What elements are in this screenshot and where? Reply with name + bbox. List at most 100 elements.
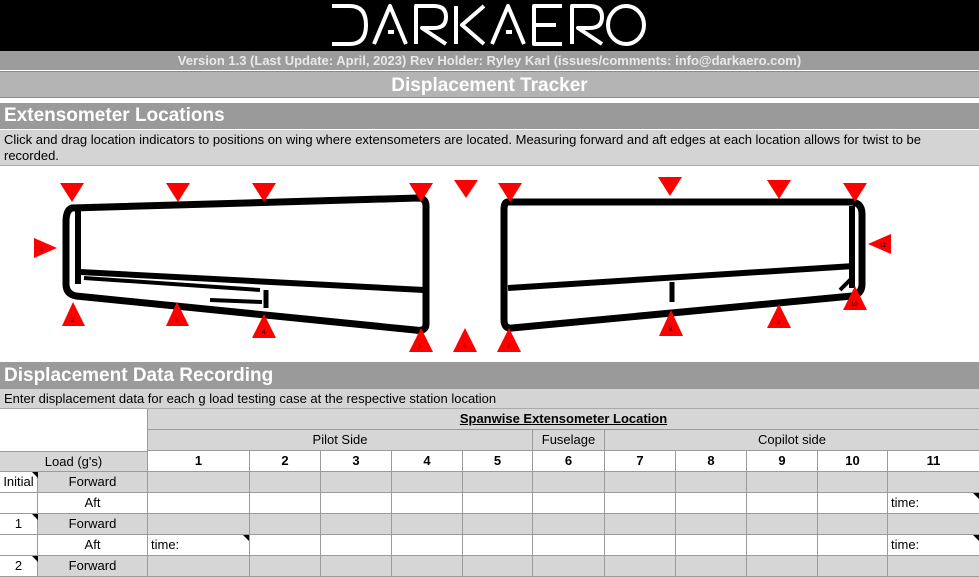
- data-cell[interactable]: [462, 514, 532, 535]
- version-line: Version 1.3 (Last Update: April, 2023) R…: [0, 51, 979, 70]
- station-header-6: 6: [532, 451, 604, 472]
- data-cell[interactable]: [746, 514, 817, 535]
- data-cell[interactable]: [462, 493, 532, 514]
- data-cell[interactable]: [675, 493, 746, 514]
- extensometer-section-title: Extensometer Locations: [0, 103, 979, 129]
- copilot-wing-outline: [500, 198, 866, 332]
- extensometer-description: Click and drag location indicators to po…: [0, 130, 979, 166]
- data-cell[interactable]: [532, 493, 604, 514]
- data-cell[interactable]: [746, 493, 817, 514]
- data-cell[interactable]: [391, 514, 462, 535]
- data-cell[interactable]: [675, 556, 746, 577]
- data-cell[interactable]: [147, 514, 249, 535]
- data-cell[interactable]: [391, 556, 462, 577]
- data-cell[interactable]: [604, 514, 675, 535]
- data-cell[interactable]: [746, 472, 817, 493]
- station-header-3: 3: [320, 451, 391, 472]
- comment-indicator[interactable]: [973, 535, 979, 541]
- data-cell[interactable]: [604, 472, 675, 493]
- station-header-11: 11: [887, 451, 979, 472]
- data-cell[interactable]: [604, 493, 675, 514]
- header-banner: [0, 0, 979, 51]
- data-cell[interactable]: [249, 535, 320, 556]
- data-cell[interactable]: [391, 535, 462, 556]
- data-cell[interactable]: [675, 535, 746, 556]
- marker-top-2[interactable]: [166, 183, 190, 202]
- data-cell[interactable]: [391, 493, 462, 514]
- data-cell[interactable]: [249, 493, 320, 514]
- displacement-table: Spanwise Extensometer Location Pilot Sid…: [0, 409, 979, 577]
- data-cell[interactable]: [817, 556, 887, 577]
- station-header-2: 2: [249, 451, 320, 472]
- data-cell[interactable]: [532, 556, 604, 577]
- marker-top-8[interactable]: [767, 180, 791, 199]
- load-label: [0, 535, 38, 556]
- data-cell[interactable]: [817, 472, 887, 493]
- data-cell[interactable]: [532, 535, 604, 556]
- data-cell[interactable]: [249, 472, 320, 493]
- data-cell[interactable]: [887, 556, 979, 577]
- data-cell[interactable]: time:: [887, 493, 979, 514]
- data-cell[interactable]: [887, 472, 979, 493]
- marker-7[interactable]: 7: [497, 328, 521, 352]
- group-fuselage: Fuselage: [532, 430, 604, 451]
- marker-top-5[interactable]: [454, 180, 478, 198]
- station-header-4: 4: [391, 451, 462, 472]
- data-cell[interactable]: time:: [147, 535, 249, 556]
- station-header-7: 7: [604, 451, 675, 472]
- data-cell[interactable]: [675, 472, 746, 493]
- data-cell[interactable]: [320, 556, 391, 577]
- edge-label: Aft: [38, 535, 147, 556]
- data-cell[interactable]: [147, 556, 249, 577]
- data-cell[interactable]: [887, 514, 979, 535]
- group-copilot-side: Copilot side: [604, 430, 979, 451]
- marker-top-1[interactable]: [60, 183, 84, 202]
- data-cell[interactable]: [532, 472, 604, 493]
- data-cell[interactable]: [462, 535, 532, 556]
- darkaero-logo: [332, 4, 646, 46]
- data-cell[interactable]: [320, 472, 391, 493]
- data-cell[interactable]: [320, 493, 391, 514]
- data-cell[interactable]: [604, 556, 675, 577]
- data-cell[interactable]: time:: [887, 535, 979, 556]
- marker-9[interactable]: 9: [767, 304, 791, 328]
- data-cell[interactable]: [249, 514, 320, 535]
- spanwise-header: Spanwise Extensometer Location: [147, 409, 979, 430]
- wing-diagram: 1 2 3 4 5 6 7 8 9 10 11: [0, 166, 979, 360]
- group-pilot-side: Pilot Side: [147, 430, 532, 451]
- comment-indicator[interactable]: [973, 493, 979, 499]
- marker-6[interactable]: 6: [453, 328, 477, 352]
- data-cell[interactable]: [817, 514, 887, 535]
- pilot-wing-outline: [62, 194, 430, 334]
- data-cell[interactable]: [532, 514, 604, 535]
- data-cell[interactable]: [391, 472, 462, 493]
- marker-2[interactable]: 2: [62, 302, 85, 326]
- svg-text:10: 10: [851, 302, 858, 308]
- data-cell[interactable]: [320, 535, 391, 556]
- data-cell[interactable]: [675, 514, 746, 535]
- station-header-5: 5: [462, 451, 532, 472]
- edge-label: Aft: [38, 493, 147, 514]
- data-cell[interactable]: [817, 535, 887, 556]
- marker-1[interactable]: 1: [34, 238, 57, 258]
- data-cell[interactable]: [320, 514, 391, 535]
- edge-label: Forward: [38, 556, 147, 577]
- data-cell[interactable]: [249, 556, 320, 577]
- data-cell[interactable]: [462, 556, 532, 577]
- data-cell[interactable]: [817, 493, 887, 514]
- marker-11[interactable]: 11: [868, 234, 891, 254]
- station-header-8: 8: [675, 451, 746, 472]
- marker-top-7[interactable]: [658, 177, 682, 196]
- station-header-10: 10: [817, 451, 887, 472]
- svg-text:11: 11: [880, 243, 887, 249]
- edge-label: Forward: [38, 514, 147, 535]
- data-cell[interactable]: [604, 535, 675, 556]
- data-cell[interactable]: [746, 535, 817, 556]
- page-title: Displacement Tracker: [0, 71, 979, 98]
- station-header-9: 9: [746, 451, 817, 472]
- data-cell[interactable]: [746, 556, 817, 577]
- recording-section-title: Displacement Data Recording: [0, 362, 979, 389]
- data-cell[interactable]: [147, 493, 249, 514]
- data-cell[interactable]: [462, 472, 532, 493]
- data-cell[interactable]: [147, 472, 249, 493]
